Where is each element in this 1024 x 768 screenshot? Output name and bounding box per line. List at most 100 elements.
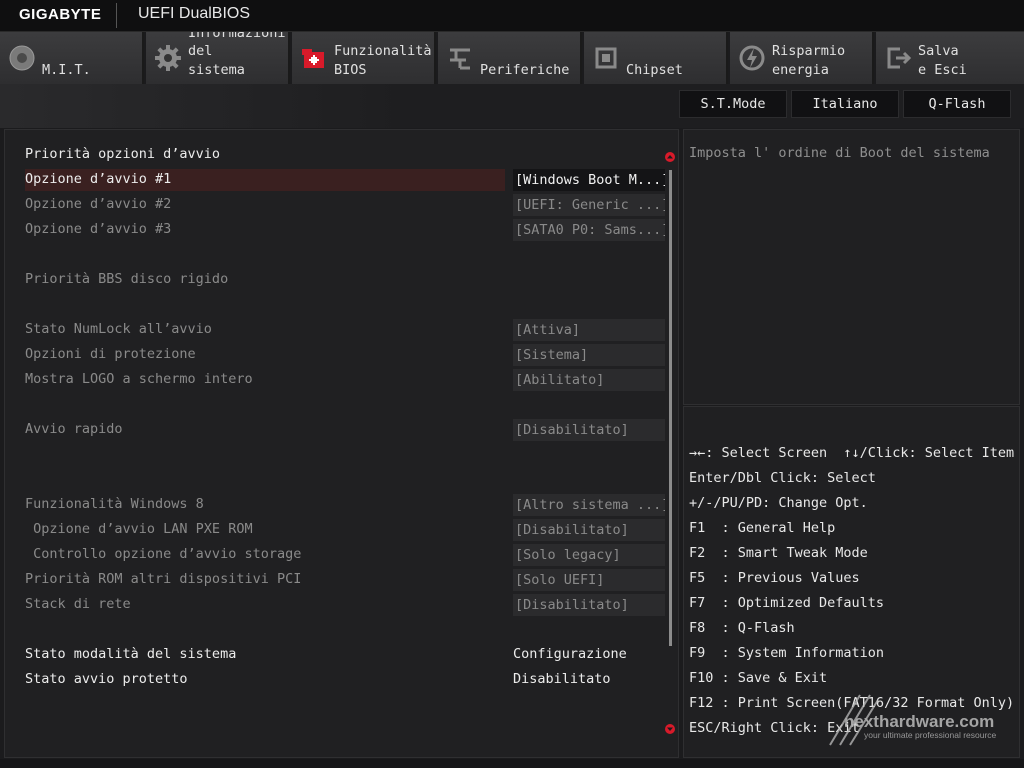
setting-boot-option-2[interactable]: Opzione d’avvio #2 [UEFI: Generic ...] [25, 194, 665, 216]
tab-bar: M.I.T. Informazioni del sistema Funziona… [0, 32, 1024, 84]
key-hint: →←: Select Screen ↑↓/Click: Select Item [689, 445, 1015, 461]
tab-label: M.I.T. [42, 62, 91, 78]
setting-value[interactable]: [Windows Boot M...] [513, 169, 665, 191]
setting-boot-option-1[interactable]: Opzione d’avvio #1 [Windows Boot M...] [25, 169, 665, 191]
setting-lan-pxe-rom[interactable]: Opzione d’avvio LAN PXE ROM [Disabilitat… [25, 519, 665, 541]
key-hint: F2 : Smart Tweak Mode [689, 545, 868, 561]
key-hint: Enter/Dbl Click: Select [689, 470, 876, 486]
setting-label: Opzione d’avvio #2 [25, 196, 172, 212]
status-system-mode: Stato modalità del sistema Configurazion… [25, 644, 665, 666]
power-saving-icon [739, 45, 765, 71]
help-description: Imposta l' ordine di Boot del sistema [689, 145, 990, 161]
tab-power-saving[interactable]: Risparmio energia [730, 32, 874, 84]
status-value: Configurazione [513, 646, 627, 662]
quick-button-bar: S.T.Mode Italiano Q-Flash [0, 84, 1024, 128]
help-panel: Imposta l' ordine di Boot del sistema [683, 129, 1020, 405]
language-button[interactable]: Italiano [791, 90, 899, 118]
key-hint: F1 : General Help [689, 520, 836, 536]
setting-boot-option-3[interactable]: Opzione d’avvio #3 [SATA0 P0: Sams...] [25, 219, 665, 241]
scroll-up-icon[interactable] [665, 152, 675, 162]
setting-label: Stato NumLock all’avvio [25, 321, 212, 337]
gear-icon [155, 45, 181, 71]
bios-chip-icon [302, 49, 324, 68]
scroll-down-icon[interactable] [665, 724, 675, 734]
footer-bar [0, 759, 1024, 768]
divider [116, 3, 117, 28]
tab-chipset[interactable]: Chipset [584, 32, 728, 84]
status-value: Disabilitato [513, 671, 611, 687]
heading-label: Priorità opzioni d’avvio [25, 146, 221, 162]
setting-label: Opzione d’avvio LAN PXE ROM [25, 521, 253, 537]
tab-label-line2: BIOS [334, 62, 367, 78]
qflash-button[interactable]: Q-Flash [903, 90, 1011, 118]
key-hint: F9 : System Information [689, 645, 885, 661]
key-hint: F7 : Optimized Defaults [689, 595, 885, 611]
setting-windows8-features[interactable]: Funzionalità Windows 8 [Altro sistema ..… [25, 494, 665, 516]
setting-value[interactable]: [SATA0 P0: Sams...] [513, 219, 665, 241]
setting-storage-boot-control[interactable]: Controllo opzione d’avvio storage [Solo … [25, 544, 665, 566]
setting-label: Controllo opzione d’avvio storage [25, 546, 302, 562]
setting-value[interactable]: [Disabilitato] [513, 519, 665, 541]
tab-mit[interactable]: M.I.T. [0, 32, 144, 84]
setting-label: Priorità ROM altri dispositivi PCI [25, 571, 302, 587]
setting-value[interactable]: [Solo UEFI] [513, 569, 665, 591]
settings-panel: Priorità opzioni d’avvio Opzione d’avvio… [4, 129, 679, 758]
brand-logo: GIGABYTE [19, 6, 102, 23]
mit-dial-icon [9, 45, 35, 71]
watermark-tagline: your ultimate professional resource [864, 730, 997, 740]
setting-label: Funzionalità Windows 8 [25, 496, 204, 512]
setting-label: Mostra LOGO a schermo intero [25, 371, 253, 387]
setting-numlock[interactable]: Stato NumLock all’avvio [Attiva] [25, 319, 665, 341]
tab-label-line2: energia [772, 62, 829, 78]
setting-value[interactable]: [Altro sistema ...] [513, 494, 665, 516]
setting-value[interactable]: [Attiva] [513, 319, 665, 341]
setting-label: Stack di rete [25, 596, 131, 612]
chipset-icon [595, 47, 617, 69]
setting-value[interactable]: [Sistema] [513, 344, 665, 366]
setting-security-option[interactable]: Opzioni di protezione [Sistema] [25, 344, 665, 366]
setting-label: Avvio rapido [25, 421, 123, 437]
setting-value[interactable]: [Solo legacy] [513, 544, 665, 566]
setting-fast-boot[interactable]: Avvio rapido [Disabilitato] [25, 419, 665, 441]
key-hint: F8 : Q-Flash [689, 620, 795, 636]
tab-label-line1: Funzionalità [334, 43, 432, 59]
setting-label: Priorità BBS disco rigido [25, 271, 229, 287]
key-hint: +/-/PU/PD: Change Opt. [689, 495, 868, 511]
setting-label: Opzione d’avvio #1 [25, 171, 172, 187]
key-hint: F5 : Previous Values [689, 570, 860, 586]
setting-value[interactable]: [UEFI: Generic ...] [513, 194, 665, 216]
scrollbar[interactable] [669, 170, 672, 646]
watermark-text: nexthardware.com [844, 712, 995, 731]
tab-label: Chipset [626, 62, 683, 78]
tab-save-exit[interactable]: Salva e Esci [876, 32, 1024, 84]
setting-bbs-priority[interactable]: Priorità BBS disco rigido [25, 269, 665, 291]
tab-label-line1: Risparmio [772, 43, 846, 59]
tab-system-info[interactable]: Informazioni del sistema [146, 32, 290, 84]
bios-title: UEFI DualBIOS [138, 5, 251, 22]
top-bar: GIGABYTE UEFI DualBIOS [0, 0, 1024, 32]
exit-icon [887, 47, 912, 69]
tab-label-line1: Salva [918, 43, 959, 59]
tab-label-line2: e Esci [918, 62, 967, 78]
tab-label-line2: del [188, 43, 213, 59]
setting-label: Opzioni di protezione [25, 346, 196, 362]
status-label: Stato modalità del sistema [25, 646, 237, 662]
st-mode-button[interactable]: S.T.Mode [679, 90, 787, 118]
key-hint: F10 : Save & Exit [689, 670, 828, 686]
setting-value[interactable]: [Disabilitato] [513, 594, 665, 616]
tab-label: Periferiche [480, 62, 570, 78]
status-label: Stato avvio protetto [25, 671, 188, 687]
tab-label-line3: sistema [188, 62, 245, 78]
status-secure-boot: Stato avvio protetto Disabilitato [25, 669, 665, 691]
setting-label: Opzione d’avvio #3 [25, 221, 172, 237]
peripherals-icon [450, 48, 470, 70]
setting-value[interactable]: [Abilitato] [513, 369, 665, 391]
tab-peripherals[interactable]: Periferiche [438, 32, 582, 84]
section-heading: Priorità opzioni d’avvio [25, 144, 665, 166]
tab-bios-features[interactable]: Funzionalità BIOS [292, 32, 436, 84]
setting-pci-rom-priority[interactable]: Priorità ROM altri dispositivi PCI [Solo… [25, 569, 665, 591]
setting-network-stack[interactable]: Stack di rete [Disabilitato] [25, 594, 665, 616]
setting-full-screen-logo[interactable]: Mostra LOGO a schermo intero [Abilitato] [25, 369, 665, 391]
setting-value[interactable]: [Disabilitato] [513, 419, 665, 441]
site-watermark: nexthardware.com your ultimate professio… [820, 690, 1020, 750]
